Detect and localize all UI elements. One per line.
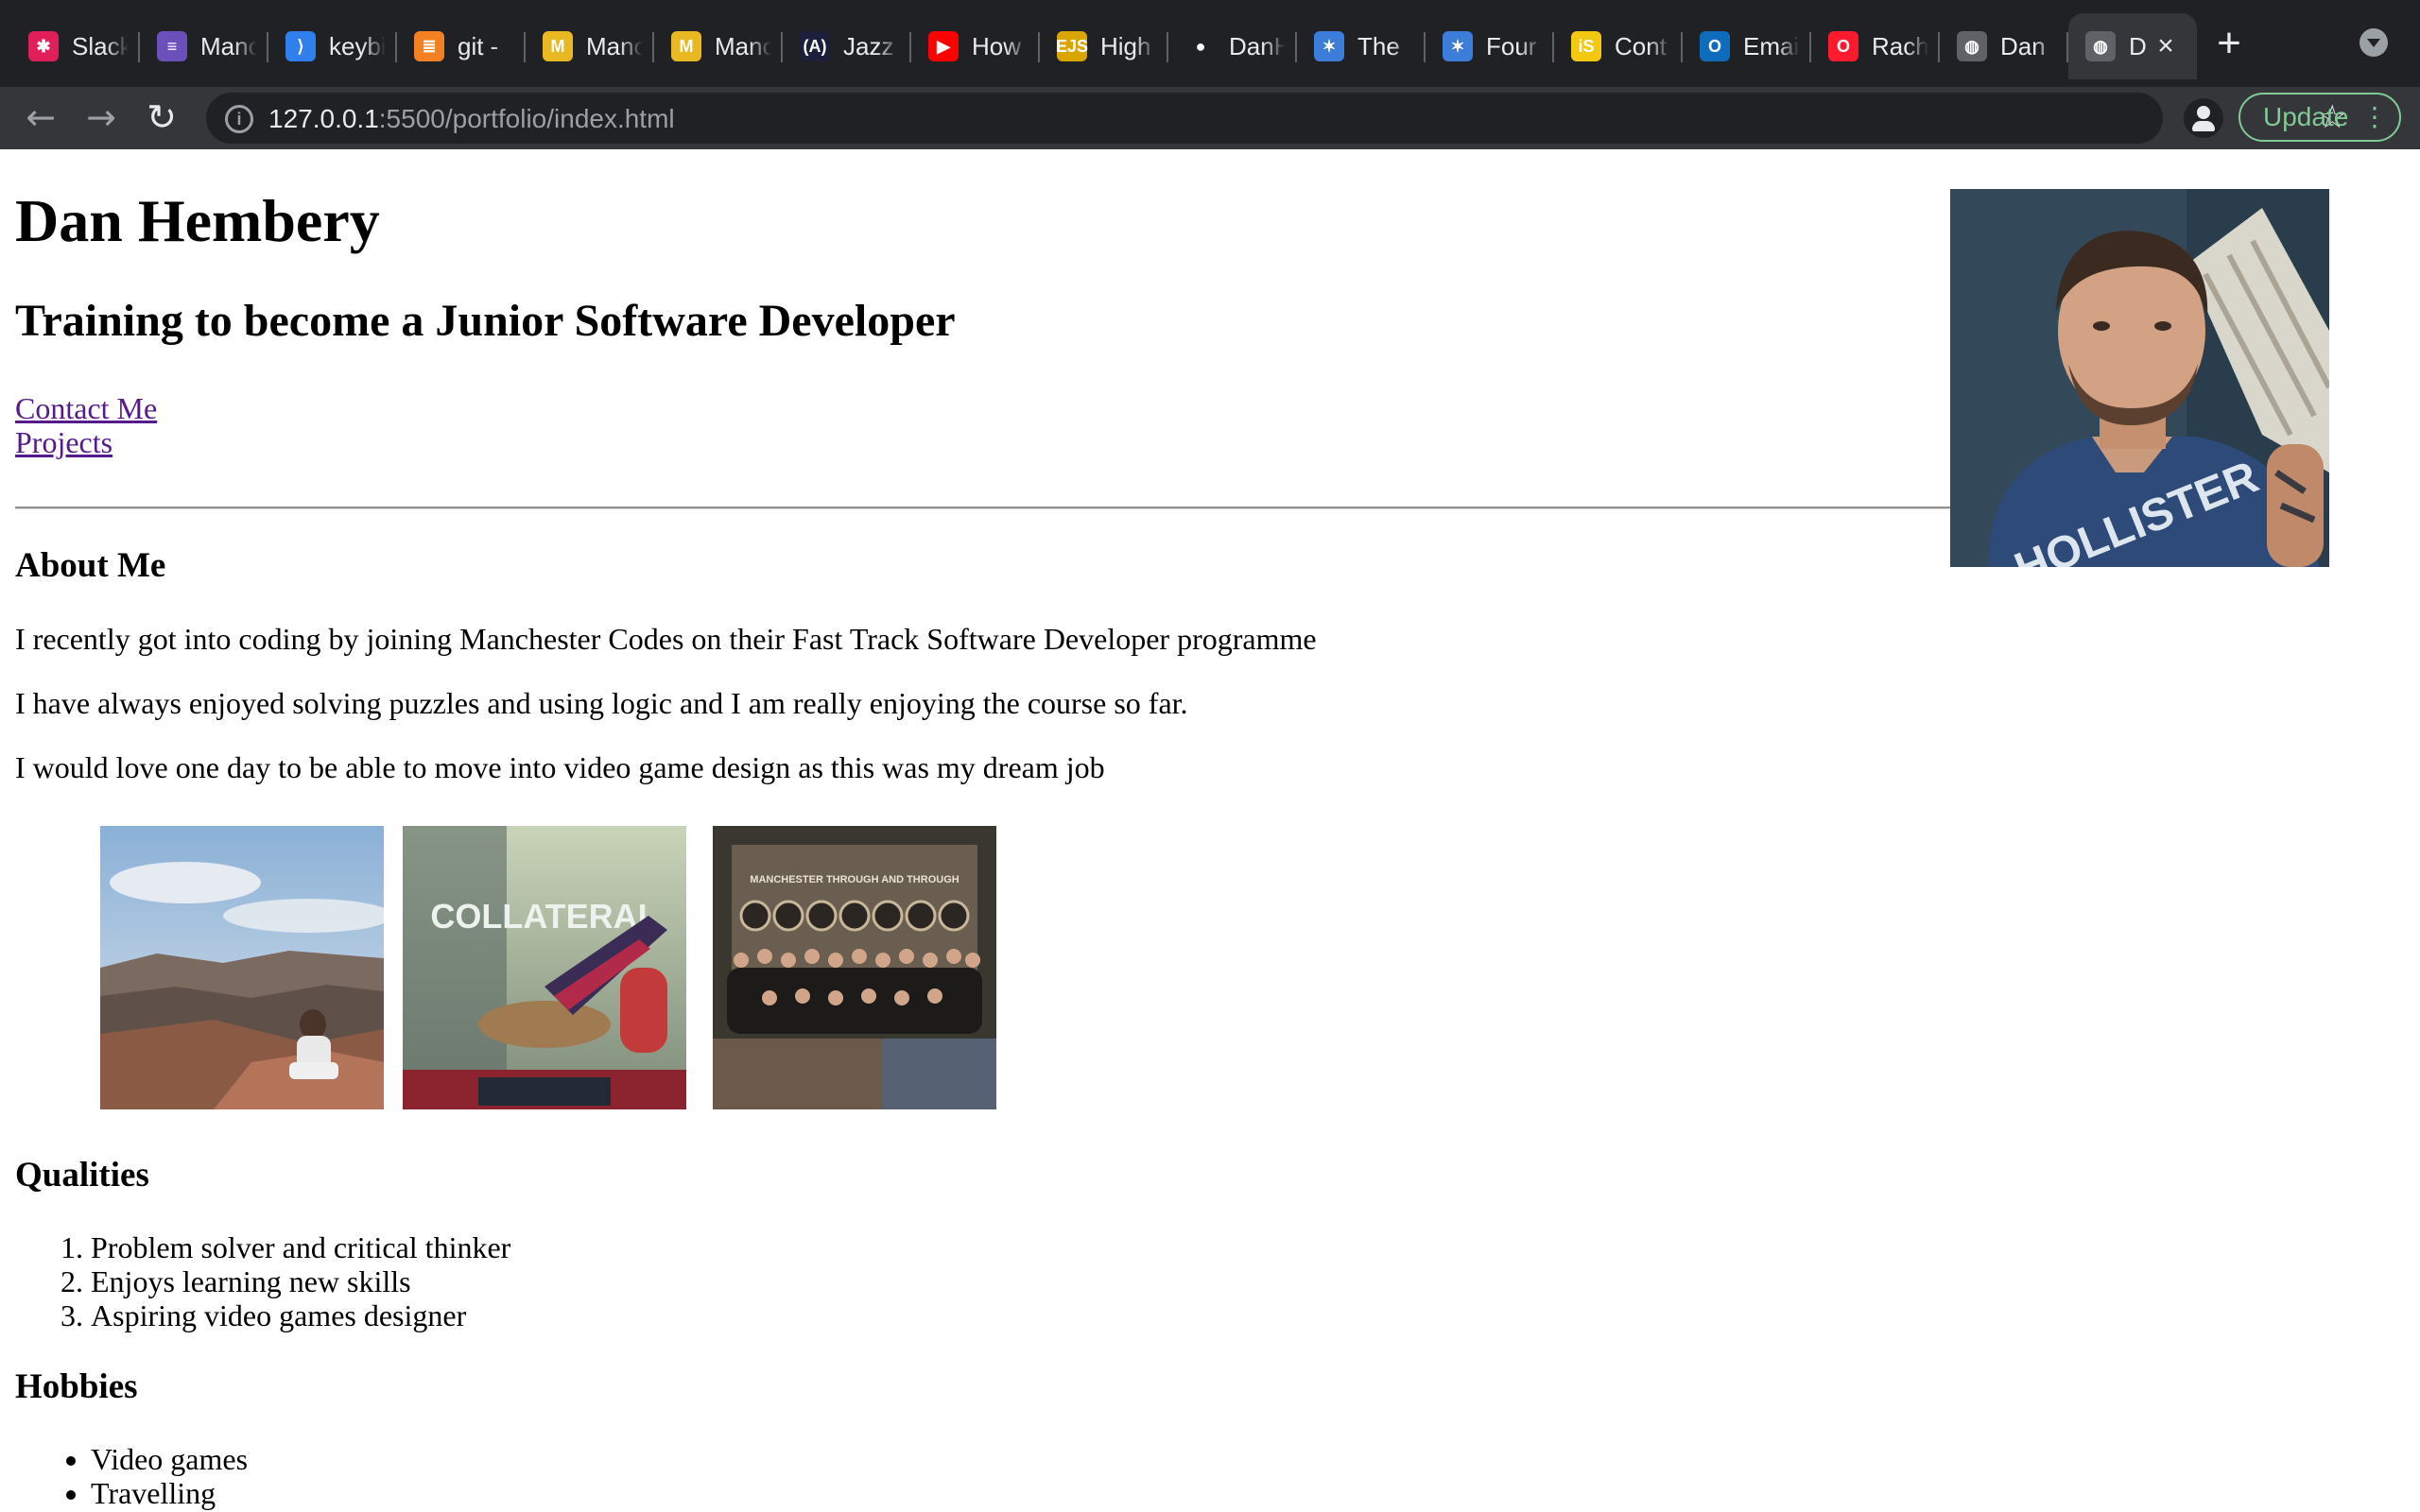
- about-me-heading: About Me: [15, 546, 166, 585]
- slack-icon: ✱: [28, 31, 59, 61]
- qualities-heading: Qualities: [15, 1156, 149, 1194]
- browser-tab[interactable]: ⟩ keybindings: [268, 13, 397, 79]
- contact-me-link[interactable]: Contact Me: [15, 391, 157, 425]
- browser-tab[interactable]: ≡ Manchester: [140, 13, 268, 79]
- about-paragraph: I have always enjoyed solving puzzles an…: [15, 686, 1188, 720]
- tab-label: Email: [1743, 31, 1800, 60]
- tab-label: Rach: [1872, 31, 1928, 60]
- group-photo: MANCHESTER THROUGH AND THROUGH: [713, 826, 996, 1109]
- browser-tab[interactable]: ✶ Four: [1426, 13, 1554, 79]
- list-item: Enjoys learning new skills: [91, 1264, 510, 1298]
- update-button[interactable]: Update ⋮: [2238, 93, 2401, 142]
- list-item: Problem solver and critical thinker: [91, 1230, 510, 1264]
- horizontal-rule: [15, 507, 1950, 509]
- tab-label: The: [1357, 31, 1400, 60]
- tab-search-icon[interactable]: [2360, 28, 2388, 57]
- tab-label: git -: [458, 31, 499, 60]
- browser-tab[interactable]: M Manchester: [654, 13, 783, 79]
- ejs-icon: EJS: [1056, 31, 1088, 61]
- projects-link[interactable]: Projects: [15, 425, 112, 459]
- tab-label: Slack: [72, 31, 129, 60]
- list-item: Aspiring video games designer: [91, 1298, 510, 1332]
- about-paragraph: I recently got into coding by joining Ma…: [15, 622, 1317, 656]
- manchester-codes-icon: M: [671, 31, 701, 61]
- back-arrow-icon[interactable]: ←: [19, 96, 62, 140]
- reload-icon[interactable]: ↻: [140, 96, 183, 140]
- globe-icon: ◍: [1957, 31, 1987, 61]
- browser-toolbar: ← → ↻ i 127.0.0.1:5500/portfolio/index.h…: [0, 87, 2420, 149]
- profile-portrait: HOLLISTER: [1950, 189, 2329, 567]
- browser-tab[interactable]: (A) Jazz: [783, 13, 911, 79]
- tab-label: Jazz: [843, 31, 894, 60]
- outlook-icon: O: [1700, 31, 1730, 61]
- tab-label: Manchester: [200, 31, 257, 60]
- grand-canyon-photo: [100, 826, 384, 1109]
- browser-tab[interactable]: ▶ How: [911, 13, 1040, 79]
- js-icon: iS: [1571, 31, 1601, 61]
- site-info-icon[interactable]: i: [225, 105, 253, 133]
- manchester-codes-icon: M: [543, 31, 573, 61]
- forward-arrow-icon[interactable]: →: [79, 96, 123, 140]
- close-tab-icon[interactable]: ×: [2152, 32, 2180, 60]
- youtube-icon: ▶: [928, 31, 959, 61]
- browser-tab[interactable]: O Email: [1683, 13, 1811, 79]
- browser-tab[interactable]: ≣ git -: [397, 13, 526, 79]
- url-host: 127.0.0.1: [268, 104, 379, 133]
- collateral-caption: COLLATERAL: [430, 897, 658, 936]
- new-tab-button[interactable]: +: [2208, 23, 2250, 66]
- vscode-icon: ⟩: [285, 31, 316, 61]
- tab-label: Dan: [2000, 31, 2046, 60]
- browser-tab[interactable]: ● DanH: [1168, 13, 1297, 79]
- tool-icon: ✶: [1443, 31, 1473, 61]
- browser-tab[interactable]: M Manchester: [526, 13, 654, 79]
- globe-icon: ◍: [2085, 31, 2116, 61]
- tab-label: Manchester: [715, 31, 771, 60]
- hobbies-list: Video games Travelling: [0, 1442, 248, 1510]
- page-content: Dan Hembery Training to become a Junior …: [0, 149, 2420, 1512]
- browser-tab[interactable]: ✶ The: [1297, 13, 1426, 79]
- profile-avatar-icon[interactable]: [2184, 98, 2223, 138]
- url-text[interactable]: 127.0.0.1:5500/portfolio/index.html: [268, 104, 675, 134]
- qualities-list: Problem solver and critical thinker Enjo…: [0, 1230, 510, 1332]
- tab-label: Cont: [1615, 31, 1667, 60]
- tab-label: High: [1100, 31, 1151, 60]
- browser-tab[interactable]: ◍ Dan: [1940, 13, 2068, 79]
- browser-tab[interactable]: ✱ Slack: [11, 13, 140, 79]
- browser-tab[interactable]: iS Cont: [1554, 13, 1683, 79]
- collateral-game-photo: COLLATERAL: [403, 826, 686, 1109]
- url-path: :5500/portfolio/index.html: [378, 104, 675, 133]
- address-bar[interactable]: i 127.0.0.1:5500/portfolio/index.html ☆: [206, 93, 2346, 144]
- menu-kebab-icon[interactable]: ⋮: [2361, 94, 2388, 140]
- list-icon: ≡: [157, 31, 187, 61]
- tab-label: Four: [1486, 31, 1537, 60]
- tab-label: DanH: [1229, 31, 1286, 60]
- tool-icon: ✶: [1314, 31, 1344, 61]
- tab-strip: ✱ Slack ≡ Manchester ⟩ keybindings ≣ git - M Manc…: [0, 0, 2420, 87]
- browser-tab[interactable]: ◍ D ×: [2068, 13, 2197, 79]
- stackoverflow-icon: ≣: [414, 31, 444, 61]
- list-item: Travelling: [91, 1476, 248, 1510]
- tab-label: keybindings: [329, 31, 386, 60]
- page-title: Dan Hembery: [15, 187, 380, 254]
- about-paragraph: I would love one day to be able to move …: [15, 750, 1105, 784]
- update-label: Update: [2263, 102, 2349, 131]
- tab-label: How: [972, 31, 1022, 60]
- jasmine-icon: (A): [800, 31, 830, 61]
- github-icon: ●: [1185, 31, 1216, 61]
- browser-tab[interactable]: O Rach: [1811, 13, 1940, 79]
- hobbies-heading: Hobbies: [15, 1367, 138, 1406]
- tab-label: Manchester: [586, 31, 643, 60]
- tab-label: D: [2129, 31, 2147, 60]
- tab-list: ✱ Slack ≡ Manchester ⟩ keybindings ≣ git - M Manc…: [11, 13, 2197, 79]
- page-subtitle: Training to become a Junior Software Dev…: [15, 296, 956, 346]
- opera-icon: O: [1828, 31, 1858, 61]
- list-item: Video games: [91, 1442, 248, 1476]
- browser-tab[interactable]: EJS High: [1040, 13, 1168, 79]
- group-photo-caption: MANCHESTER THROUGH AND THROUGH: [750, 874, 959, 885]
